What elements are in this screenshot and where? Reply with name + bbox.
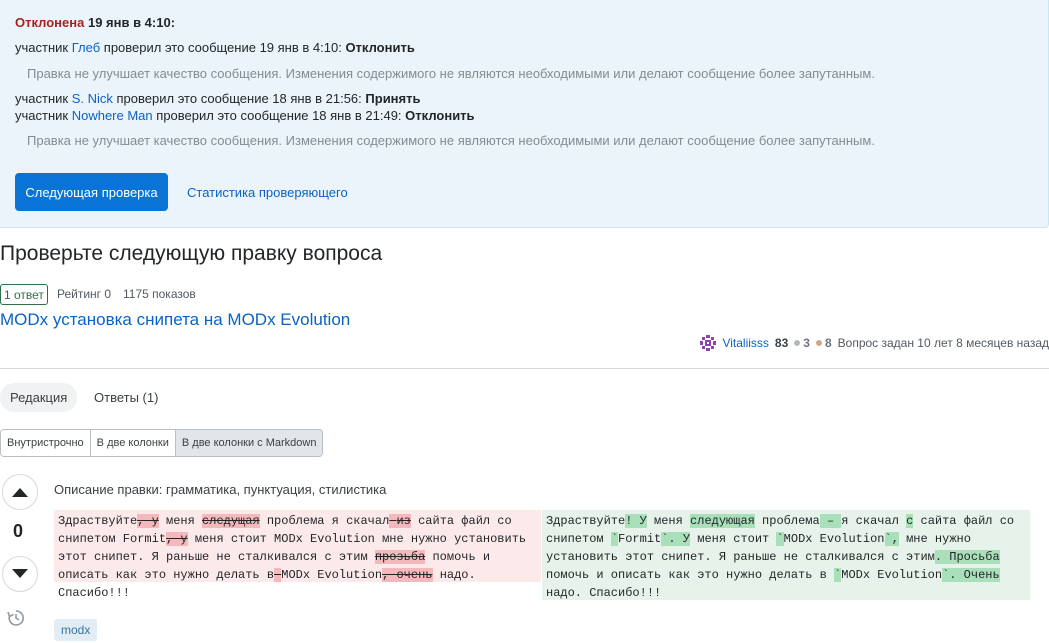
question-views: 1175 показов <box>123 287 196 301</box>
arrow-up-icon <box>12 488 28 497</box>
diff-insertion: . Просьба <box>934 550 1000 564</box>
question-title-link[interactable]: MODx установка снипета на MODx Evolution <box>0 310 350 330</box>
diff-text: проблема я скачал <box>259 514 390 528</box>
user-reputation: 83 <box>774 336 789 350</box>
arrow-down-icon <box>12 569 28 578</box>
diff-text: MODx Evolution <box>783 532 885 546</box>
diff-deletion: прозьба <box>374 550 426 564</box>
reviewer-link[interactable]: S. Nick <box>72 91 113 106</box>
diff-view-switch: Внутристрочно В две колонки В две колонк… <box>0 429 324 457</box>
page-title: Проверьте следующую правку вопроса <box>0 242 383 265</box>
diff-deletion: , у <box>166 532 188 546</box>
diff-deletion: , очень <box>382 568 433 582</box>
view-side-by-side[interactable]: В две колонки <box>90 430 176 456</box>
bronze-badges: 8 <box>815 336 832 350</box>
status-rejected: Отклонена <box>15 15 85 30</box>
diff-deletion: , у <box>137 514 159 528</box>
reviewer-prefix: участник <box>15 91 69 106</box>
diff-text: я скачал <box>841 514 907 528</box>
review-result: Отклонить <box>345 40 415 55</box>
view-inline[interactable]: Внутристрочно <box>1 430 91 456</box>
edit-summary: Описание правки: грамматика, пунктуация,… <box>54 482 387 497</box>
reviewer-stats-link[interactable]: Статистика проверяющего <box>187 185 348 200</box>
diff-text: MODx Evolution <box>281 568 383 582</box>
diff-insertion: – <box>819 514 842 528</box>
review-text: проверил это сообщение 18 янв в 21:56: <box>116 91 362 106</box>
reviewer-prefix: участник <box>15 40 69 55</box>
diff-insertion: `, <box>884 532 899 546</box>
review-reason-1: Правка не улучшает качество сообщения. И… <box>27 66 875 81</box>
tab-answers[interactable]: Ответы (1) <box>84 383 168 412</box>
history-icon[interactable] <box>6 608 26 628</box>
diff-text: меня <box>646 514 691 528</box>
review-line-1: участник Глеб проверил это сообщение 19 … <box>15 40 415 55</box>
diff-insertion: ! У <box>625 514 647 528</box>
answers-count-badge: 1 ответ <box>0 284 48 305</box>
diff-text: MODx Evolution <box>841 568 943 582</box>
diff-deletion: из <box>396 514 411 528</box>
status-time: 19 янв в 4:10: <box>87 15 176 30</box>
next-review-button[interactable]: Следующая проверка <box>15 173 168 211</box>
review-result: Принять <box>365 91 421 106</box>
diff-insertion: ` <box>776 532 784 546</box>
diff-insertion: следующая <box>690 514 755 528</box>
downvote-button[interactable] <box>2 556 38 592</box>
diff-insertion: ` <box>610 532 619 546</box>
review-result-panel: Отклонена 19 янв в 4:10: участник Глеб п… <box>0 0 1049 228</box>
reviewer-link[interactable]: Nowhere Man <box>72 108 153 123</box>
diff-text: меня стоит <box>690 532 777 546</box>
diff-insertion: `. У <box>661 532 691 546</box>
silver-badge-icon <box>794 340 801 346</box>
diff-text: Здраствуйте <box>58 514 138 528</box>
review-text: проверил это сообщение 19 янв в 4:10: <box>103 40 342 55</box>
diff-original: Здраствуйте, у меня следущая проблема я … <box>54 510 541 600</box>
diff-text: помочь и описать как это нужно делать в <box>546 568 835 582</box>
tab-edit[interactable]: Редакция <box>0 383 78 412</box>
user-avatar[interactable] <box>700 335 717 351</box>
reviewer-prefix: участник <box>15 108 69 123</box>
reviewer-link[interactable]: Глеб <box>72 40 100 55</box>
diff-deletion: следущая <box>202 514 260 528</box>
upvote-button[interactable] <box>2 474 38 510</box>
view-side-by-side-markdown[interactable]: В две колонки с Markdown <box>175 430 323 456</box>
review-status: Отклонена 19 янв в 4:10: <box>15 15 175 30</box>
review-line-3: участник Nowhere Man проверил это сообще… <box>15 108 475 123</box>
vote-count: 0 <box>12 521 23 541</box>
review-text: проверил это сообщение 18 янв в 21:49: <box>156 108 402 123</box>
diff-text: Formit <box>618 532 662 546</box>
diff-text: меня <box>158 514 203 528</box>
review-line-2: участник S. Nick проверил это сообщение … <box>15 91 420 106</box>
asked-time: Вопрос задан 10 лет 8 месяцев назад <box>837 336 1049 350</box>
review-reason-2: Правка не улучшает качество сообщения. И… <box>27 133 875 148</box>
divider <box>0 368 1049 369</box>
diff-text: надо. Спасибо!!! <box>546 586 662 600</box>
diff-text: Здраствуйте <box>546 514 626 528</box>
bronze-badge-icon <box>815 340 822 346</box>
silver-badges: 3 <box>794 336 810 350</box>
review-result: Отклонить <box>405 108 475 123</box>
silver-badge-count: 3 <box>803 336 810 350</box>
diff-text: проблема <box>754 514 820 528</box>
tag-modx[interactable]: modx <box>54 619 98 641</box>
user-name-link[interactable]: Vitaliisss <box>722 336 768 350</box>
diff-insertion: `. Очень <box>942 568 1000 582</box>
user-card: Vitaliisss 83 3 8 Вопрос задан 10 лет 8 … <box>700 335 1049 351</box>
bronze-badge-count: 8 <box>824 336 832 350</box>
question-rating: Рейтинг 0 <box>57 287 112 301</box>
diff-revised: Здраствуйте! У меня следующая проблема –… <box>542 510 1030 600</box>
